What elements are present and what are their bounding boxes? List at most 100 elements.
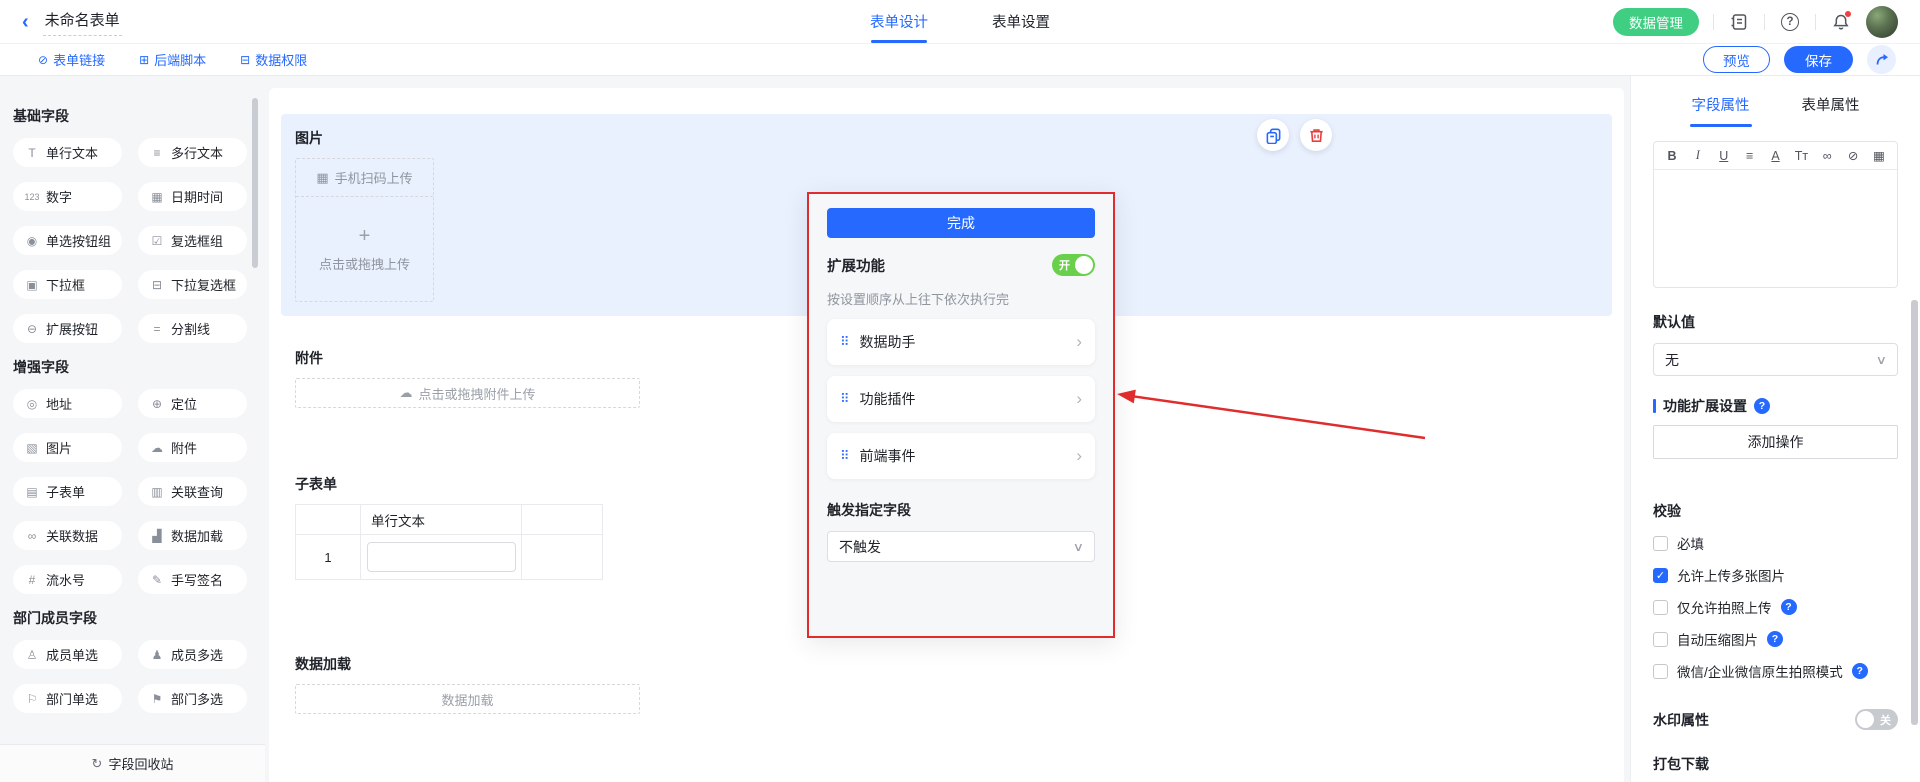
field-item-number[interactable]: 123数字 [13,182,122,211]
scan-upload-button[interactable]: ▦ 手机扫码上传 [296,159,433,197]
popup-item-data-assistant[interactable]: ⠿ 数据助手 › [827,319,1095,365]
check-auto-compress[interactable]: 自动压缩图片 ? [1653,629,1898,649]
trigger-field-label: 触发指定字段 [827,500,1095,520]
field-item-radio-group[interactable]: ◉单选按钮组 [13,226,122,255]
sidebar-scrollbar[interactable] [252,98,258,268]
drag-handle-icon[interactable]: ⠿ [840,334,850,350]
link-icon[interactable]: ∞ [1818,149,1836,163]
drag-handle-icon[interactable]: ⠿ [840,391,850,407]
help-icon[interactable]: ? [1852,663,1868,679]
user-avatar[interactable] [1866,6,1898,38]
field-item-dept-single[interactable]: ⚐部门单选 [13,684,122,713]
qr-code-icon: ▦ [316,170,328,186]
done-button[interactable]: 完成 [827,208,1095,238]
save-button[interactable]: 保存 [1784,46,1853,73]
share-arrow-icon [1874,52,1890,68]
image-drop-zone[interactable]: + 点击或拖拽上传 [296,197,433,301]
field-item-signature[interactable]: ✎手写签名 [138,565,247,594]
field-item-datetime[interactable]: ▦日期时间 [138,182,247,211]
trigger-field-select[interactable]: 不触发 ∨ [827,531,1095,562]
checkbox-unchecked[interactable] [1653,600,1668,615]
data-manage-button[interactable]: 数据管理 [1613,8,1699,36]
checkbox-unchecked[interactable] [1653,664,1668,679]
delete-field-button[interactable] [1300,119,1332,151]
help-icon[interactable]: ? [1781,599,1797,615]
data-permission-button[interactable]: ⊟ 数据权限 [240,50,307,69]
help-glyph: ? [1781,13,1799,31]
help-icon[interactable]: ? [1754,398,1770,414]
field-item-extend-button[interactable]: ⊖扩展按钮 [13,314,122,343]
preview-button[interactable]: 预览 [1703,46,1770,73]
subform-text-input[interactable] [367,542,516,572]
check-required[interactable]: 必填 [1653,533,1898,553]
form-link-button[interactable]: ⊘ 表单链接 [38,50,105,69]
watermark-toggle-off[interactable]: 关 [1855,709,1898,730]
bold-icon[interactable]: B [1663,149,1681,163]
check-mark-icon: ✓ [1656,569,1665,582]
help-icon[interactable]: ? [1779,11,1801,33]
field-item-member-single[interactable]: ♙成员单选 [13,640,122,669]
tab-label: 字段属性 [1692,98,1750,114]
unlink-icon[interactable]: ⊘ [1844,148,1862,163]
field-item-location[interactable]: ⊕定位 [138,389,247,418]
field-item-dept-multi[interactable]: ⚑部门多选 [138,684,247,713]
field-item-member-multi[interactable]: ♟成员多选 [138,640,247,669]
attachment-drop-zone[interactable]: ☁ 点击或拖拽附件上传 [295,378,640,408]
duplicate-field-button[interactable] [1257,119,1289,151]
notification-bell-icon[interactable] [1830,11,1852,33]
field-recycle-bin[interactable]: ↻ 字段回收站 [0,744,265,782]
form-title[interactable]: 未命名表单 [43,7,122,36]
add-action-button[interactable]: 添加操作 [1653,425,1898,459]
popup-item-frontend-event[interactable]: ⠿ 前端事件 › [827,433,1095,479]
check-camera-only[interactable]: 仅允许拍照上传 ? [1653,597,1898,617]
field-item-attachment[interactable]: ☁附件 [138,433,247,462]
font-color-icon[interactable]: A [1767,149,1785,163]
field-item-data-load[interactable]: ▟数据加载 [138,521,247,550]
checkbox-checked[interactable]: ✓ [1653,568,1668,583]
font-size-icon[interactable]: Tᴛ [1792,149,1810,163]
field-item-serial-number[interactable]: #流水号 [13,565,122,594]
field-item-select[interactable]: ▣下拉框 [13,270,122,299]
popup-item-function-plugin[interactable]: ⠿ 功能插件 › [827,376,1095,422]
checkbox-label: 微信/企业微信原生拍照模式 [1677,661,1843,681]
field-item-subform[interactable]: ▤子表单 [13,477,122,506]
help-icon[interactable]: ? [1767,631,1783,647]
tab-form-settings[interactable]: 表单设置 [992,0,1050,43]
extension-toggle-on[interactable]: 开 [1052,254,1095,276]
italic-icon[interactable]: I [1689,148,1707,163]
backend-script-button[interactable]: ⊞ 后端脚本 [139,50,206,69]
align-icon[interactable]: ≡ [1741,149,1759,163]
field-item-checkbox-group[interactable]: ☑复选框组 [138,226,247,255]
active-tab-underline [1690,124,1752,127]
canvas-field-data-load[interactable]: 数据加载 数据加载 [281,640,1612,728]
field-item-image[interactable]: ▧图片 [13,433,122,462]
address-book-icon[interactable] [1728,11,1750,33]
field-item-divider-line[interactable]: =分割线 [138,314,247,343]
data-load-placeholder-box[interactable]: 数据加载 [295,684,640,714]
rich-text-content[interactable] [1654,170,1897,287]
field-item-multi-select[interactable]: ⊟下拉复选框 [138,270,247,299]
checkbox-unchecked[interactable] [1653,536,1668,551]
field-item-relation-query[interactable]: ▥关联查询 [138,477,247,506]
drag-handle-icon[interactable]: ⠿ [840,448,850,464]
tab-form-properties[interactable]: 表单属性 [1802,94,1860,127]
underline-icon[interactable]: U [1715,149,1733,163]
field-item-address[interactable]: ◎地址 [13,389,122,418]
checkbox-unchecked[interactable] [1653,632,1668,647]
image-upload-box: ▦ 手机扫码上传 + 点击或拖拽上传 [295,158,434,302]
check-allow-multiple-images[interactable]: ✓ 允许上传多张图片 [1653,565,1898,585]
field-item-single-line-text[interactable]: T单行文本 [13,138,122,167]
insert-image-icon[interactable]: ▦ [1870,148,1888,163]
inspector-scrollbar[interactable] [1911,300,1918,725]
tab-field-properties[interactable]: 字段属性 [1692,94,1750,127]
field-item-relation-data[interactable]: ∞关联数据 [13,521,122,550]
toggle-off-text: 关 [1880,712,1891,728]
tab-form-design[interactable]: 表单设计 [870,0,928,43]
location-icon: ⊕ [148,397,166,411]
share-button[interactable] [1867,45,1896,74]
section-title-basic-fields: 基础字段 [13,106,247,126]
check-wechat-native-camera[interactable]: 微信/企业微信原生拍照模式 ? [1653,661,1898,681]
field-item-multi-line-text[interactable]: ≡多行文本 [138,138,247,167]
default-value-select[interactable]: 无 ∨ [1653,343,1898,376]
back-icon[interactable]: ‹ [22,12,29,32]
